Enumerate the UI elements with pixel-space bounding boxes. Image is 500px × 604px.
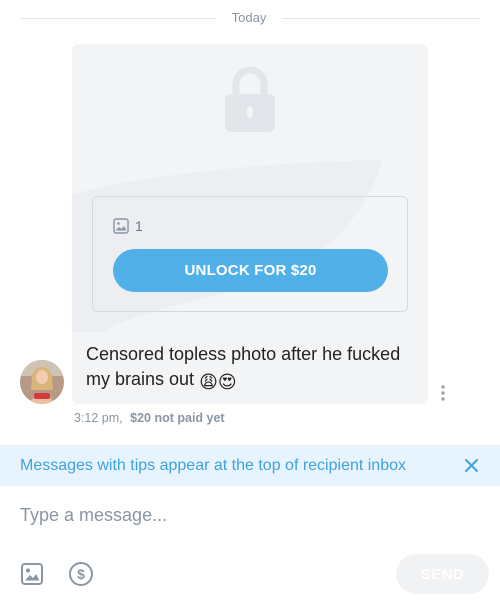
locked-media-card: 1 UNLOCK FOR $20 [72,44,428,332]
heart-eyes-emoji: 😍 [217,372,237,392]
separator-line-left [20,18,216,19]
media-count: 1 [113,217,143,235]
message-meta: 3:12 pm, $20 not paid yet [74,411,225,425]
svg-text:$: $ [77,566,85,582]
send-button[interactable]: SEND [396,554,489,594]
tips-banner: Messages with tips appear at the top of … [0,445,500,486]
close-icon[interactable] [463,457,480,474]
unlock-button[interactable]: UNLOCK FOR $20 [113,249,388,292]
media-count-value: 1 [135,218,143,234]
date-separator: Today [0,0,500,36]
avatar-image [20,360,64,404]
weary-face-emoji: 😩 [199,372,218,392]
message-bubble: Censored topless photo after he fucked m… [72,332,428,404]
lock-icon [225,66,275,132]
image-icon[interactable] [20,562,44,586]
message-text: Censored topless photo after he fucked m… [86,344,401,389]
image-icon [113,218,129,234]
dollar-icon[interactable]: $ [68,561,94,587]
avatar[interactable] [20,360,64,404]
message-composer: $ SEND [0,486,500,604]
message-input[interactable] [20,500,480,530]
date-label: Today [231,10,267,25]
tips-banner-text: Messages with tips appear at the top of … [20,456,406,474]
unlock-panel: 1 UNLOCK FOR $20 [92,196,408,312]
payment-status: $20 not paid yet [130,411,225,425]
separator-line-right [282,18,480,19]
more-options-icon[interactable] [437,384,449,402]
message-time: 3:12 pm, [74,411,123,425]
